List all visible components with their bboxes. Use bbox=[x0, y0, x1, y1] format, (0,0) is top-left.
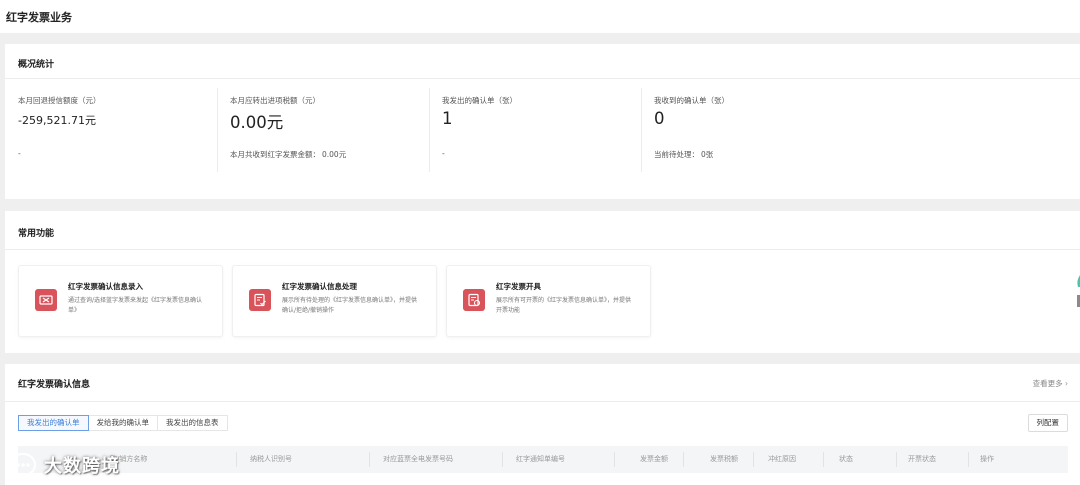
stat-foot-value: 0张 bbox=[701, 150, 714, 159]
column-separator bbox=[823, 452, 824, 467]
stat-received-confirmations: 我收到的确认单（张） 0 当前待处理： 0张 bbox=[654, 92, 864, 172]
page-header: 红字发票业务 bbox=[0, 0, 1080, 33]
fn-desc: 展示所有待处理的《红字发票信息确认单》，并提供确认/拒绝/撤销操作 bbox=[282, 297, 418, 314]
stat-label: 我收到的确认单（张） bbox=[654, 96, 729, 105]
tab-received-confirmations[interactable]: 发给我的确认单 bbox=[87, 415, 158, 431]
invoice-issue-icon bbox=[463, 289, 485, 311]
column-separator bbox=[502, 452, 503, 467]
column-divider bbox=[429, 88, 430, 172]
fn-desc: 通过查询/选择蓝字发票来发起《红字发票信息确认单》 bbox=[68, 297, 203, 314]
column-header: 发票金额 bbox=[640, 455, 668, 463]
column-separator bbox=[683, 452, 684, 467]
fn-card-red-invoice-issue[interactable]: 红字发票开具 展示所有可开票的《红字发票信息确认单》，并提供开票功能 bbox=[446, 265, 651, 337]
column-separator bbox=[236, 452, 237, 467]
tab-sent-info-sheets[interactable]: 我发出的信息表 bbox=[157, 415, 228, 431]
column-separator bbox=[968, 452, 969, 467]
column-header: 发票税额 bbox=[710, 455, 738, 463]
column-header: 开票状态 bbox=[908, 455, 936, 463]
column-separator bbox=[369, 452, 370, 467]
tab-sent-confirmations[interactable]: 我发出的确认单 bbox=[18, 415, 89, 431]
confirm-tabs: 我发出的确认单 发给我的确认单 我发出的信息表 bbox=[18, 415, 228, 431]
stat-value: 1 bbox=[442, 109, 453, 128]
stat-foot: - bbox=[442, 149, 447, 158]
confirm-info-card: 红字发票确认信息 查看更多 › 我发出的确认单 发给我的确认单 我发出的信息表 … bbox=[5, 364, 1080, 485]
fn-desc: 展示所有可开票的《红字发票信息确认单》，并提供开票功能 bbox=[496, 297, 632, 314]
view-more-label: 查看更多 bbox=[1032, 379, 1063, 388]
column-config-button[interactable]: 列配置 bbox=[1027, 414, 1068, 432]
stat-label: 我发出的确认单（张） bbox=[442, 96, 517, 105]
ticket-icon bbox=[35, 289, 57, 311]
column-header: 状态 bbox=[839, 455, 853, 463]
column-separator bbox=[896, 452, 897, 467]
watermark: 大数跨境 bbox=[8, 450, 120, 480]
overview-card: 概况统计 本月回退授信额度（元） -259,521.71元 - 本月应转出进项税… bbox=[5, 44, 1080, 199]
column-separator bbox=[753, 452, 754, 467]
page-title: 红字发票业务 bbox=[6, 11, 72, 24]
fn-card-confirm-process[interactable]: 红字发票确认信息处理 展示所有待处理的《红字发票信息确认单》，并提供确认/拒绝/… bbox=[232, 265, 437, 337]
functions-card: 常用功能 红字发票确认信息录入 通过查询/选择蓝字发票来发起《红字发票信息确认单… bbox=[5, 211, 1080, 353]
stat-foot-value: 0.00元 bbox=[322, 150, 347, 159]
stat-foot: 本月共收到红字发票金额： 0.00元 bbox=[230, 149, 346, 160]
column-divider bbox=[641, 88, 642, 172]
view-more-link[interactable]: 查看更多 › bbox=[1033, 378, 1068, 389]
confirm-title: 红字发票确认信息 bbox=[18, 380, 91, 390]
fn-title: 红字发票确认信息录入 bbox=[68, 282, 143, 291]
divider bbox=[5, 78, 1080, 79]
floating-assistant-icon[interactable] bbox=[1075, 273, 1080, 313]
stat-foot-label: 本月共收到红字发票金额： bbox=[230, 150, 320, 159]
stat-foot: - bbox=[18, 149, 23, 158]
document-check-icon bbox=[249, 289, 271, 311]
column-header: 操作 bbox=[980, 455, 994, 463]
fn-title: 红字发票确认信息处理 bbox=[282, 282, 357, 291]
stat-input-tax-transfer: 本月应转出进项税额（元） 0.00元 本月共收到红字发票金额： 0.00元 bbox=[230, 92, 440, 172]
stat-foot-label: 当前待处理： bbox=[654, 150, 699, 159]
stat-value: 0.00元 bbox=[230, 113, 284, 132]
divider bbox=[5, 249, 1080, 250]
stat-label: 本月应转出进项税额（元） bbox=[230, 96, 320, 105]
stat-foot-label: - bbox=[18, 149, 21, 158]
fn-card-confirm-entry[interactable]: 红字发票确认信息录入 通过查询/选择蓝字发票来发起《红字发票信息确认单》 bbox=[18, 265, 223, 337]
stat-credit-rollback: 本月回退授信额度（元） -259,521.71元 - bbox=[18, 92, 228, 172]
column-divider bbox=[217, 88, 218, 172]
fn-title: 红字发票开具 bbox=[496, 282, 541, 291]
column-header: 对应蓝票全电发票号码 bbox=[383, 455, 453, 463]
stat-foot-label: - bbox=[442, 149, 445, 158]
chevron-right-icon: › bbox=[1065, 379, 1068, 388]
stat-label: 本月回退授信额度（元） bbox=[18, 96, 101, 105]
divider bbox=[5, 401, 1080, 402]
overview-title: 概况统计 bbox=[18, 60, 55, 70]
column-header: 冲红原因 bbox=[768, 455, 796, 463]
stat-value: 0 bbox=[654, 109, 665, 128]
stat-value: -259,521.71元 bbox=[18, 114, 96, 127]
watermark-text: 大数跨境 bbox=[44, 456, 120, 477]
functions-title: 常用功能 bbox=[18, 229, 55, 239]
column-separator bbox=[614, 452, 615, 467]
column-header: 红字通知单编号 bbox=[516, 455, 565, 463]
watermark-logo-icon bbox=[9, 452, 37, 479]
table-header: 购/销方名称 纳税人识别号 对应蓝票全电发票号码 红字通知单编号 发票金额 发票… bbox=[18, 446, 1068, 473]
stat-foot: 当前待处理： 0张 bbox=[654, 149, 713, 160]
column-header: 纳税人识别号 bbox=[250, 455, 292, 463]
stat-sent-confirmations: 我发出的确认单（张） 1 - bbox=[442, 92, 652, 172]
